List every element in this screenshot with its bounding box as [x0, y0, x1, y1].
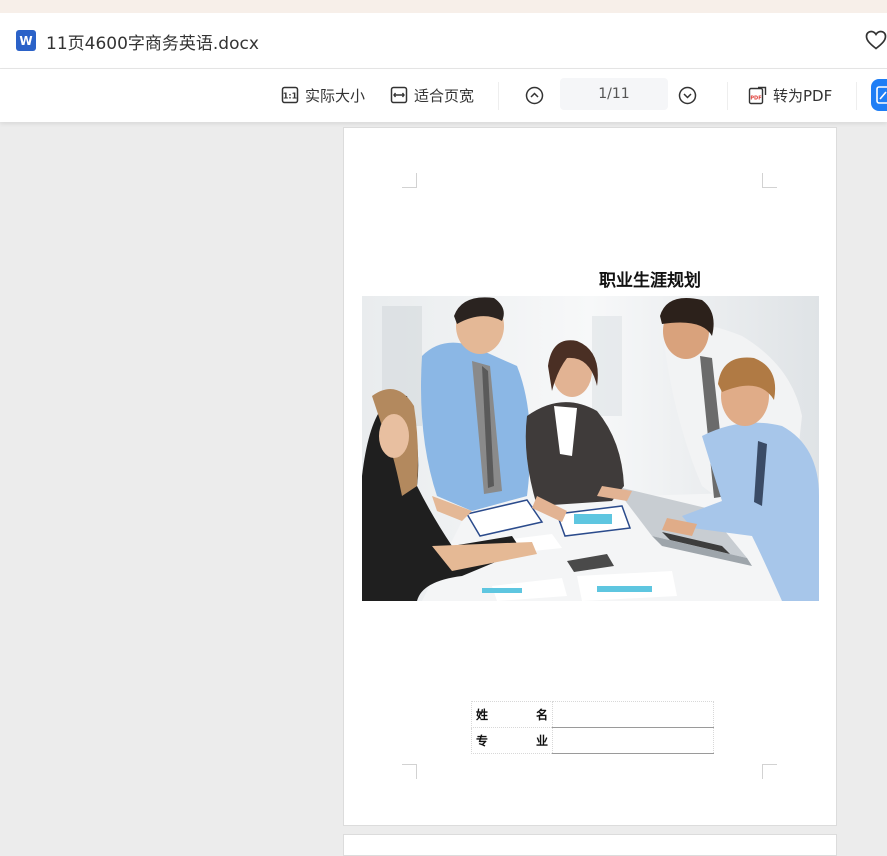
toolbar-divider: [856, 82, 857, 110]
actual-size-icon: 1:1: [281, 86, 299, 104]
margin-corner-mark: [402, 173, 417, 188]
table-label-cell: 姓 名: [471, 701, 553, 728]
svg-text:PDF: PDF: [750, 95, 761, 101]
table-row: 姓 名: [471, 701, 714, 728]
label-char: 专: [476, 734, 489, 748]
pdf-convert-icon: PDF: [748, 86, 767, 104]
edit-icon: [876, 86, 887, 104]
next-document-page: [343, 834, 837, 856]
margin-corner-mark: [762, 173, 777, 188]
margin-corner-mark: [762, 764, 777, 779]
svg-text:1:1: 1:1: [283, 92, 298, 101]
business-meeting-image: [362, 296, 819, 601]
table-row: 专 业: [471, 727, 714, 754]
document-page: 职业生涯规划 姓 名 专 业: [343, 127, 837, 826]
student-info-table: 姓 名 专 业: [471, 701, 714, 754]
word-file-icon: W: [16, 30, 36, 51]
actual-size-button[interactable]: 1:1 实际大小: [281, 83, 365, 107]
favorite-heart-icon[interactable]: [864, 28, 887, 52]
next-page-icon[interactable]: [678, 86, 697, 105]
margin-corner-mark: [402, 764, 417, 779]
window-top-strip: [0, 0, 887, 13]
document-title: 职业生涯规划: [599, 271, 701, 291]
fit-width-icon: [390, 86, 408, 104]
document-filename: 11页4600字商务英语.docx: [46, 34, 259, 54]
page-indicator[interactable]: 1/11: [560, 78, 668, 110]
label-char: 业: [535, 734, 548, 748]
name-value-field[interactable]: [552, 701, 714, 728]
actual-size-label: 实际大小: [305, 86, 366, 105]
title-bar: W 11页4600字商务英语.docx: [0, 13, 887, 69]
label-char: 姓: [476, 708, 489, 722]
previous-page-icon[interactable]: [525, 86, 544, 105]
fit-width-button[interactable]: 适合页宽: [390, 83, 474, 107]
cover-photo: [362, 296, 819, 601]
fit-width-label: 适合页宽: [414, 86, 475, 105]
app-action-button[interactable]: [871, 79, 887, 111]
viewer-toolbar: 1:1 实际大小 适合页宽 1/11 PDF 转为PDF: [0, 69, 887, 122]
table-label-cell: 专 业: [471, 727, 553, 754]
toolbar-divider: [498, 82, 499, 110]
major-value-field[interactable]: [552, 727, 714, 754]
convert-to-pdf-button[interactable]: PDF 转为PDF: [748, 83, 832, 107]
toolbar-divider: [727, 82, 728, 110]
label-char: 名: [535, 708, 548, 722]
convert-to-pdf-label: 转为PDF: [773, 86, 833, 105]
